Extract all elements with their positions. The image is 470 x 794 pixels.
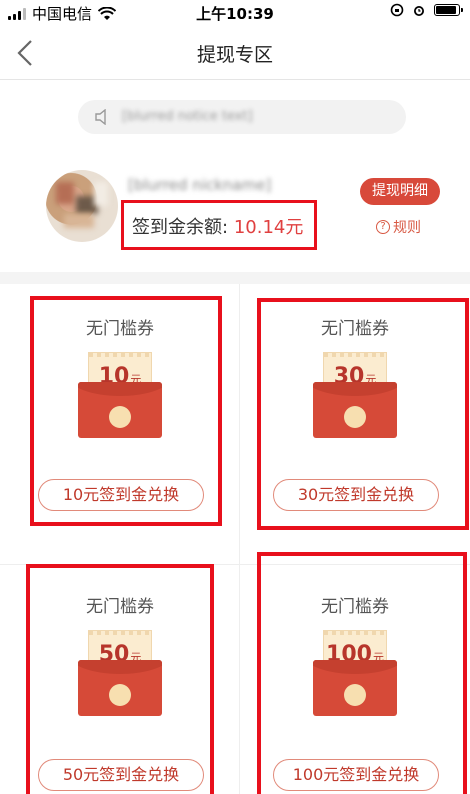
red-envelope-icon: 10元 — [78, 352, 162, 438]
question-icon: ? — [376, 220, 390, 234]
balance-label: 签到金余额: — [132, 217, 229, 238]
section-divider — [0, 272, 470, 284]
page-title: 提现专区 — [196, 44, 273, 66]
nickname: [blurred nickname] — [128, 176, 272, 194]
rules-link[interactable]: ? 规则 — [376, 217, 421, 237]
coupon-card: 无门槛券 10元 10元签到金兑换 — [10, 290, 230, 540]
status-bar: 中国电信 上午10:39 — [0, 0, 470, 26]
alarm-icon — [414, 6, 424, 16]
coupon-title: 无门槛券 — [321, 597, 389, 617]
red-envelope-icon: 100元 — [313, 630, 397, 716]
red-envelope-icon: 50元 — [78, 630, 162, 716]
exchange-button[interactable]: 30元签到金兑换 — [273, 479, 439, 511]
balance-highlight: 签到金余额: 10.14元 — [121, 200, 317, 250]
nav-bar: 提现专区 — [0, 26, 470, 80]
balance: 签到金余额: 10.14元 — [132, 213, 303, 239]
exchange-button[interactable]: 10元签到金兑换 — [38, 479, 204, 511]
coupon-card: 无门槛券 30元 30元签到金兑换 — [245, 290, 469, 540]
coupon-card: 无门槛券 50元 50元签到金兑换 — [10, 564, 230, 794]
grid-divider-vertical — [239, 284, 240, 794]
exchange-button[interactable]: 50元签到金兑换 — [38, 759, 204, 791]
coupon-title: 无门槛券 — [86, 597, 154, 617]
exchange-button[interactable]: 100元签到金兑换 — [273, 759, 439, 791]
rules-label: 规则 — [393, 220, 421, 236]
balance-value: 10.14元 — [233, 217, 304, 238]
red-envelope-icon: 30元 — [313, 352, 397, 438]
rotation-lock-icon — [390, 3, 404, 17]
notice-bar: [blurred notice text] — [78, 100, 406, 134]
notice-text: [blurred notice text] — [122, 109, 253, 124]
battery-icon — [434, 4, 463, 16]
coupon-card: 无门槛券 100元 100元签到金兑换 — [245, 552, 467, 794]
withdraw-detail-button[interactable]: 提现明细 — [360, 178, 440, 205]
coupon-title: 无门槛券 — [86, 319, 154, 339]
speaker-icon — [95, 109, 106, 125]
avatar — [46, 170, 118, 242]
coupon-title: 无门槛券 — [321, 319, 389, 339]
status-right — [390, 3, 463, 17]
